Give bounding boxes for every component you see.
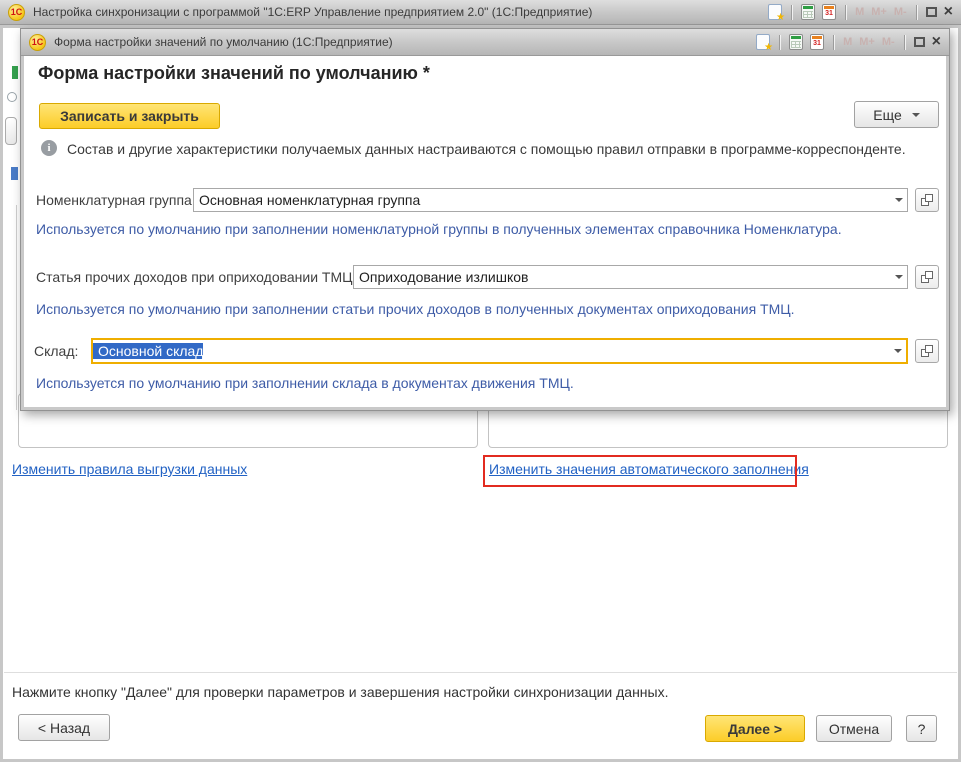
more-button[interactable]: Еще bbox=[854, 101, 939, 128]
other-income-item-hint: Используется по умолчанию при заполнении… bbox=[36, 301, 795, 317]
close-icon[interactable]: × bbox=[932, 34, 941, 50]
other-income-item-value: Оприходование излишков bbox=[354, 269, 528, 285]
red-highlight-annotation bbox=[483, 455, 797, 487]
background-fragment bbox=[7, 92, 17, 102]
titlebar-separator bbox=[845, 5, 846, 20]
nomenclature-group-input[interactable]: Основная номенклатурная группа bbox=[193, 188, 908, 212]
favorites-icon[interactable]: ★ bbox=[768, 4, 782, 20]
open-picker-button[interactable] bbox=[915, 339, 939, 363]
other-income-item-label: Статья прочих доходов при оприходовании … bbox=[36, 265, 356, 289]
warehouse-value-selected: Основной склад bbox=[93, 343, 203, 359]
wizard-hint-text: Нажмите кнопку "Далее" для проверки пара… bbox=[12, 684, 668, 700]
next-button[interactable]: Далее > bbox=[705, 715, 805, 742]
chevron-down-icon bbox=[912, 113, 920, 117]
memory-minus-button: M- bbox=[882, 36, 895, 48]
nomenclature-group-hint: Используется по умолчанию при заполнении… bbox=[36, 221, 842, 237]
calendar-day-label: 31 bbox=[825, 8, 833, 19]
warehouse-hint: Используется по умолчанию при заполнении… bbox=[36, 375, 574, 391]
cancel-button[interactable]: Отмена bbox=[816, 715, 892, 742]
overlap-squares-icon bbox=[925, 194, 933, 202]
save-and-close-button[interactable]: Записать и закрыть bbox=[39, 103, 220, 129]
open-picker-button[interactable] bbox=[915, 265, 939, 289]
calendar-icon[interactable]: 31 bbox=[822, 4, 836, 20]
maximize-icon[interactable] bbox=[926, 7, 937, 17]
warehouse-label: Склад: bbox=[34, 338, 78, 364]
background-fragment bbox=[12, 66, 18, 79]
titlebar-separator bbox=[904, 35, 905, 50]
more-button-label: Еще bbox=[873, 107, 902, 123]
main-window-titlebar: 1С Настройка синхронизации с программой … bbox=[0, 0, 961, 25]
memory-minus-button: M- bbox=[894, 6, 907, 18]
favorites-icon[interactable]: ★ bbox=[756, 34, 770, 50]
main-titlebar-icons: ★ 31 M M+ M- × bbox=[768, 4, 953, 20]
memory-plus-button: M+ bbox=[859, 36, 875, 48]
background-fragment bbox=[5, 117, 17, 145]
other-income-item-input[interactable]: Оприходование излишков bbox=[353, 265, 908, 289]
dialog-titlebar-icons: ★ 31 M M+ M- × bbox=[756, 34, 941, 50]
change-export-rules-link[interactable]: Изменить правила выгрузки данных bbox=[12, 461, 247, 477]
info-icon: i bbox=[41, 140, 57, 156]
dialog-body: Форма настройки значений по умолчанию * … bbox=[24, 56, 946, 407]
titlebar-separator bbox=[791, 5, 792, 20]
titlebar-separator bbox=[779, 35, 780, 50]
default-values-dialog: 1С Форма настройки значений по умолчанию… bbox=[20, 28, 950, 411]
star-glyph: ★ bbox=[776, 13, 785, 23]
main-window-title: Настройка синхронизации с программой "1С… bbox=[33, 5, 592, 19]
back-button[interactable]: < Назад bbox=[18, 714, 110, 741]
dropdown-arrow-icon[interactable] bbox=[890, 266, 907, 288]
info-message: Состав и другие характеристики получаемы… bbox=[67, 141, 906, 157]
star-glyph: ★ bbox=[764, 43, 773, 53]
calculator-icon[interactable] bbox=[801, 4, 815, 20]
help-button[interactable]: ? bbox=[906, 715, 937, 742]
close-icon[interactable]: × bbox=[944, 4, 953, 20]
memory-recall-button: M bbox=[843, 36, 852, 48]
warehouse-input[interactable]: Основной склад bbox=[91, 338, 908, 364]
calculator-icon[interactable] bbox=[789, 34, 803, 50]
overlap-squares-icon bbox=[925, 271, 933, 279]
background-fragment bbox=[16, 205, 17, 410]
background-fragment bbox=[11, 167, 18, 180]
footer-divider bbox=[4, 672, 957, 673]
overlap-squares-icon bbox=[925, 345, 933, 353]
1c-logo-icon: 1С bbox=[29, 34, 46, 51]
memory-recall-button: M bbox=[855, 6, 864, 18]
calendar-icon[interactable]: 31 bbox=[810, 34, 824, 50]
1c-logo-icon: 1С bbox=[8, 4, 25, 21]
nomenclature-group-label: Номенклатурная группа: bbox=[36, 188, 196, 212]
dialog-window-title: Форма настройки значений по умолчанию (1… bbox=[54, 35, 393, 49]
dialog-titlebar: 1С Форма настройки значений по умолчанию… bbox=[21, 29, 949, 56]
maximize-icon[interactable] bbox=[914, 37, 925, 47]
open-picker-button[interactable] bbox=[915, 188, 939, 212]
titlebar-separator bbox=[833, 35, 834, 50]
memory-plus-button: M+ bbox=[871, 6, 887, 18]
titlebar-separator bbox=[916, 5, 917, 20]
dropdown-arrow-icon[interactable] bbox=[890, 189, 907, 211]
nomenclature-group-value: Основная номенклатурная группа bbox=[194, 192, 420, 208]
dropdown-arrow-icon[interactable] bbox=[889, 340, 906, 362]
dialog-heading: Форма настройки значений по умолчанию * bbox=[38, 63, 430, 84]
calendar-day-label: 31 bbox=[813, 38, 821, 49]
